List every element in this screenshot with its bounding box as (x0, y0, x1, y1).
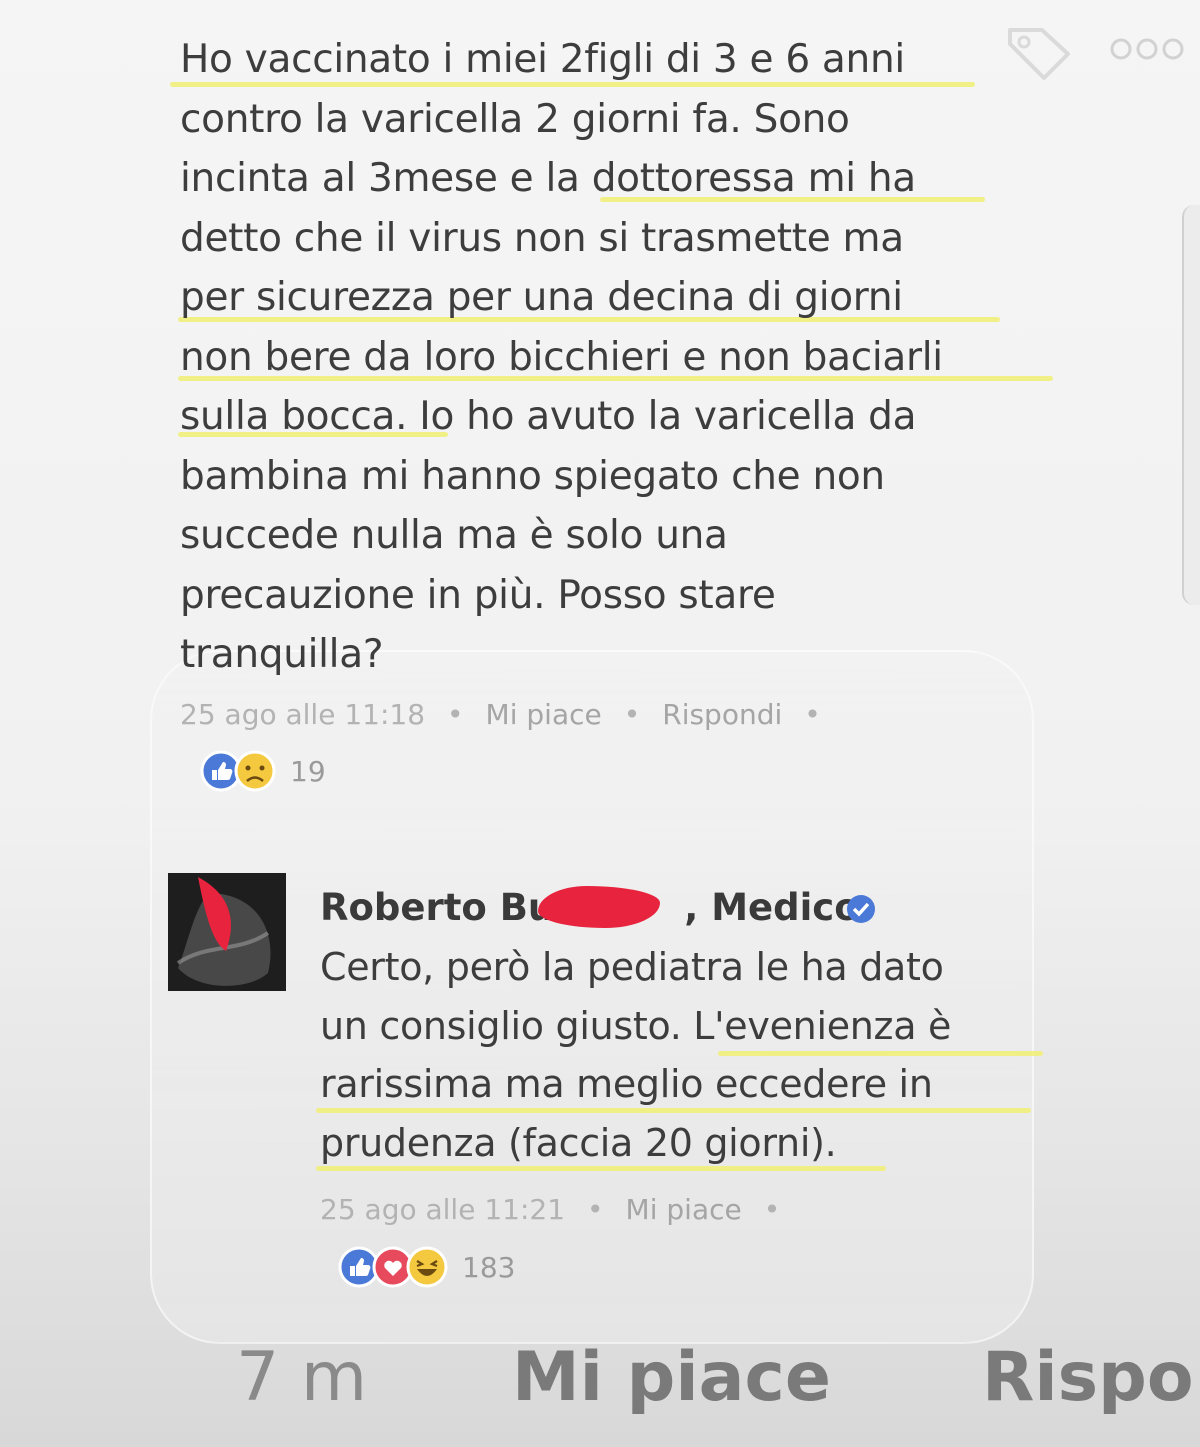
scroll-edge[interactable] (1182, 205, 1200, 605)
post-reaction-count: 19 (290, 754, 326, 788)
reply-reaction-count: 183 (462, 1250, 516, 1284)
bottom-action-bar: 7 m Mi piace Rispo (0, 1318, 1200, 1428)
post-comment-text: Ho vaccinato i miei 2figli di 3 e 6 anni… (180, 37, 943, 677)
more-icon[interactable] (1108, 34, 1186, 64)
post-like-link[interactable]: Mi piace (486, 698, 602, 731)
bottom-timestamp: 7 m (236, 1338, 368, 1417)
reply-comment-text: Certo, però la pediatra le ha dato un co… (320, 945, 952, 1165)
reply-like-link[interactable]: Mi piace (626, 1193, 742, 1226)
reply-meta: 25 ago alle 11:21 • Mi piace • (320, 1193, 781, 1226)
reply-timestamp[interactable]: 25 ago alle 11:21 (320, 1193, 565, 1226)
reply-reactions[interactable]: 183 (338, 1242, 515, 1292)
reply-author-first: Roberto Bu (320, 886, 555, 929)
post-reactions[interactable]: 19 (200, 746, 326, 796)
bottom-like-button[interactable]: Mi piace (512, 1338, 831, 1417)
sad-reaction-icon (234, 750, 276, 792)
post-reply-link[interactable]: Rispondi (662, 698, 782, 731)
reply-author-title: , Medico (684, 886, 860, 929)
avatar[interactable] (168, 873, 286, 991)
post-timestamp[interactable]: 25 ago alle 11:18 (180, 698, 425, 731)
post-meta: 25 ago alle 11:18 • Mi piace • Rispondi • (180, 698, 821, 731)
bottom-reply-button[interactable]: Rispo (982, 1338, 1194, 1417)
verified-badge-icon (847, 895, 875, 923)
haha-reaction-icon (406, 1246, 448, 1288)
